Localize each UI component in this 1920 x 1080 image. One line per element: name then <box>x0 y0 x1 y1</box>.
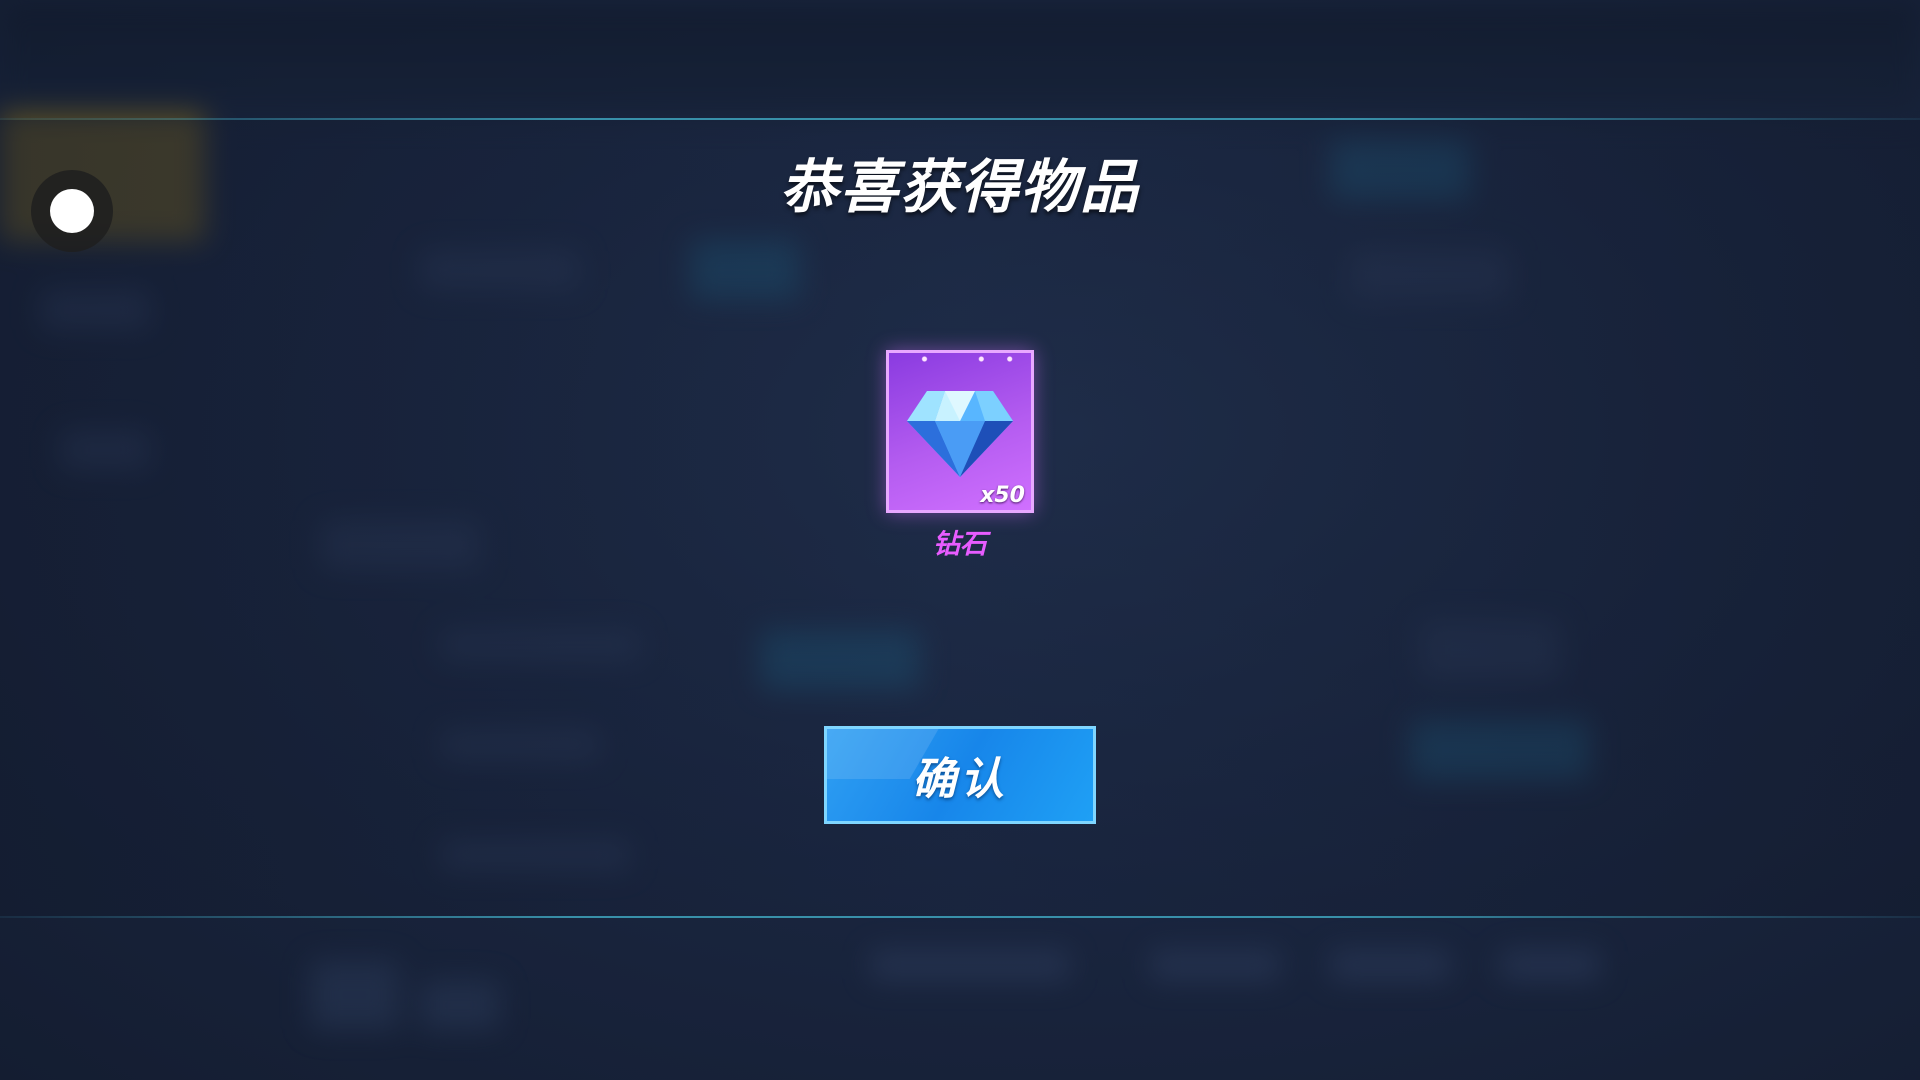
item-name: 钻石 <box>933 529 987 560</box>
divider-top <box>0 118 1920 120</box>
reward-item-card: x50 <box>886 350 1034 513</box>
sparkle-decoration <box>889 355 1031 363</box>
confirm-button[interactable]: 确认 <box>824 726 1096 824</box>
top-bar <box>0 0 1920 118</box>
reward-dialog-title: 恭喜获得物品 <box>779 153 1140 221</box>
item-quantity: x50 <box>980 483 1025 508</box>
diamond-icon <box>907 391 1013 477</box>
confirm-button-label: 确认 <box>912 754 1008 805</box>
divider-bottom <box>0 916 1920 918</box>
